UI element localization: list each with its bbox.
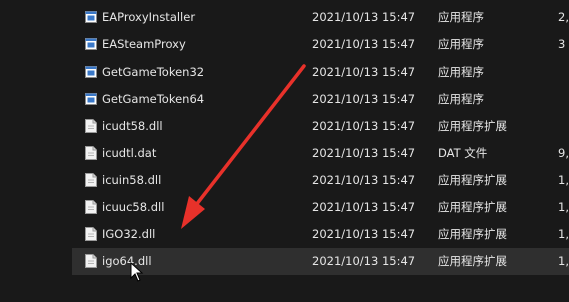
file-row-selected[interactable]: igo64.dll 2021/10/13 15:47 应用程序扩展 1,5: [72, 248, 569, 275]
file-size: 9,8: [558, 146, 569, 160]
file-name: GetGameToken32: [102, 65, 205, 79]
file-row[interactable]: icudtl.dat 2021/10/13 15:47 DAT 文件 9,8: [72, 140, 569, 167]
file-size: 1,5: [558, 254, 569, 268]
file-row[interactable]: GetGameToken32 2021/10/13 15:47 应用程序: [72, 59, 569, 86]
file-name: icuuc58.dll: [102, 200, 165, 214]
app-icon: [85, 65, 97, 79]
file-type: 应用程序扩展: [438, 227, 507, 241]
file-date: 2021/10/13 15:47: [312, 227, 416, 241]
file-date: 2021/10/13 15:47: [312, 146, 416, 160]
file-icon: [85, 119, 97, 133]
file-type: 应用程序扩展: [438, 200, 507, 214]
file-row[interactable]: EASteamProxy 2021/10/13 15:47 应用程序 3: [72, 31, 569, 58]
file-size: 1,2: [558, 200, 569, 214]
app-icon: [85, 10, 97, 24]
file-row[interactable]: icudt58.dll 2021/10/13 15:47 应用程序扩展: [72, 113, 569, 140]
file-icon: [85, 227, 97, 241]
file-row[interactable]: EAProxyInstaller 2021/10/13 15:47 应用程序 2…: [72, 4, 569, 31]
file-date: 2021/10/13 15:47: [312, 254, 416, 268]
app-icon: [85, 92, 97, 106]
file-name: GetGameToken64: [102, 92, 205, 106]
file-date: 2021/10/13 15:47: [312, 10, 416, 24]
file-name: IGO32.dll: [102, 227, 156, 241]
file-name: EASteamProxy: [102, 37, 186, 51]
file-type: 应用程序: [438, 92, 484, 106]
file-type: 应用程序: [438, 37, 484, 51]
file-size: 1,7: [558, 173, 569, 187]
file-type: DAT 文件: [438, 146, 488, 160]
file-size: 3: [558, 37, 566, 51]
file-date: 2021/10/13 15:47: [312, 200, 416, 214]
file-name: icudtl.dat: [102, 146, 157, 160]
file-date: 2021/10/13 15:47: [312, 173, 416, 187]
file-date: 2021/10/13 15:47: [312, 37, 416, 51]
file-name: igo64.dll: [102, 254, 152, 268]
file-type: 应用程序扩展: [438, 173, 507, 187]
file-icon: [85, 200, 97, 214]
app-icon: [85, 37, 97, 51]
file-row[interactable]: icuin58.dll 2021/10/13 15:47 应用程序扩展 1,7: [72, 167, 569, 194]
file-icon: [85, 146, 97, 160]
file-type: 应用程序扩展: [438, 119, 507, 133]
file-row[interactable]: IGO32.dll 2021/10/13 15:47 应用程序扩展 1,: [72, 221, 569, 248]
file-size: 2,0: [558, 10, 569, 24]
file-date: 2021/10/13 15:47: [312, 119, 416, 133]
file-icon: [85, 173, 97, 187]
file-size: 1,: [558, 227, 569, 241]
file-date: 2021/10/13 15:47: [312, 65, 416, 79]
file-list: EAProxyInstaller 2021/10/13 15:47 应用程序 2…: [0, 0, 569, 285]
file-type: 应用程序: [438, 65, 484, 79]
file-row[interactable]: icuuc58.dll 2021/10/13 15:47 应用程序扩展 1,2: [72, 194, 569, 221]
file-name: icudt58.dll: [102, 119, 163, 133]
file-date: 2021/10/13 15:47: [312, 92, 416, 106]
file-icon: [85, 254, 97, 268]
file-type: 应用程序: [438, 10, 484, 24]
file-type: 应用程序扩展: [438, 254, 507, 268]
mouse-cursor-icon: [130, 262, 144, 282]
file-row[interactable]: GetGameToken64 2021/10/13 15:47 应用程序: [72, 86, 569, 113]
file-name: EAProxyInstaller: [102, 10, 196, 24]
file-row-partial[interactable]: [72, 275, 569, 302]
file-name: icuin58.dll: [102, 173, 162, 187]
